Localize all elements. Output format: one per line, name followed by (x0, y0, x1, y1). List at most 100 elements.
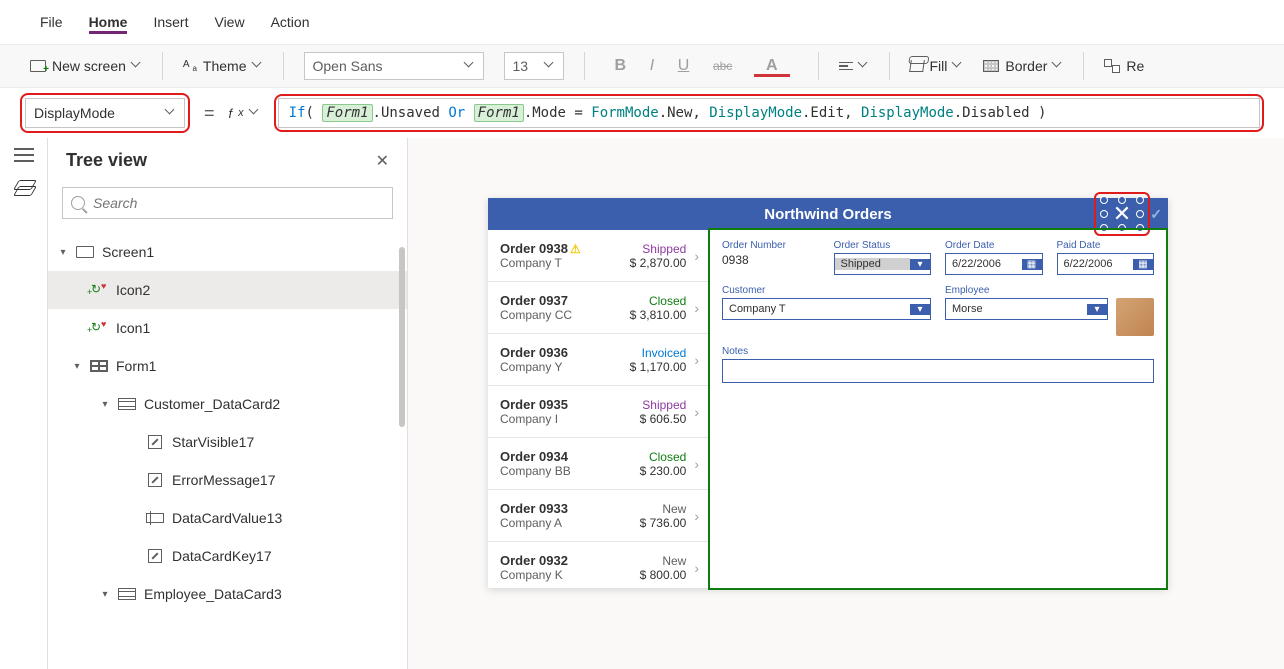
tree-item[interactable]: ▾Screen1 (48, 233, 407, 271)
tree-item[interactable]: ▾ Form1 (48, 347, 407, 385)
order-amount: $ 2,870.00 (630, 256, 687, 270)
tree-item[interactable]: +♥Icon1 (48, 309, 407, 347)
hamburger-button[interactable] (14, 148, 34, 162)
menu-home[interactable]: Home (89, 10, 128, 34)
property-name: DisplayMode (34, 105, 115, 121)
canvas[interactable]: Northwind Orders ✓ ✕ Order 0938⚠Company … (408, 138, 1284, 669)
order-info: Order 0935Company I (500, 397, 640, 426)
tree-item[interactable]: DataCardKey17 (48, 537, 407, 575)
tree-item-label: DataCardKey17 (172, 548, 272, 564)
order-number: Order 0935 (500, 397, 640, 412)
value-order-number: 0938 (722, 253, 820, 267)
order-amount: $ 606.50 (640, 412, 687, 426)
recycle-icon: +♥ (90, 283, 108, 297)
edit-icon (146, 549, 164, 563)
order-list[interactable]: Order 0938⚠Company TShipped$ 2,870.00›Or… (488, 230, 710, 588)
input-notes[interactable] (722, 359, 1154, 383)
reorder-button[interactable]: Re (1104, 58, 1144, 74)
italic-button[interactable]: I (640, 57, 664, 74)
font-color-button[interactable]: A (746, 57, 798, 74)
label-notes: Notes (722, 346, 1154, 357)
search-icon (71, 196, 85, 210)
recycle-icon: +♥ (90, 321, 108, 335)
chevron-right-icon: › (694, 456, 699, 472)
separator (818, 52, 819, 80)
edit-icon (146, 473, 164, 487)
formula-token (465, 105, 473, 121)
chevron-right-icon: › (694, 300, 699, 316)
tree-view-panel: Tree view ✕ ▾Screen1+♥Icon2+♥Icon1 ▾ Form1… (48, 138, 408, 669)
order-row[interactable]: Order 0934Company BBClosed$ 230.00› (488, 438, 709, 490)
menu-file[interactable]: File (40, 10, 63, 34)
menu-view[interactable]: View (214, 10, 244, 34)
datepicker-paid-date[interactable]: 6/22/2006 ▦ (1057, 253, 1155, 275)
close-icon[interactable]: ✕ (376, 151, 389, 171)
tree-item[interactable]: DataCardValue13 (48, 499, 407, 537)
order-row[interactable]: Order 0933Company ANew$ 736.00› (488, 490, 709, 542)
chevron-down-icon (132, 61, 142, 71)
tree-item-label: Form1 (116, 358, 156, 374)
label-customer: Customer (722, 285, 931, 296)
tree-view-icon[interactable] (14, 180, 34, 196)
order-company: Company T (500, 256, 630, 270)
expand-toggle[interactable]: ▾ (58, 247, 68, 258)
tree-title: Tree view (66, 150, 147, 171)
order-row[interactable]: Order 0936Company YInvoiced$ 1,170.00› (488, 334, 709, 386)
tree-list[interactable]: ▾Screen1+♥Icon2+♥Icon1 ▾ Form1 ▾Customer_Da… (48, 227, 407, 669)
border-button[interactable]: Border (983, 58, 1063, 74)
select-customer[interactable]: Company T ▾ (722, 298, 931, 320)
expand-toggle[interactable]: ▾ (72, 361, 82, 372)
chevron-right-icon: › (694, 248, 699, 264)
property-select[interactable]: DisplayMode (25, 98, 185, 128)
datepicker-order-date[interactable]: 6/22/2006 ▦ (945, 253, 1043, 275)
calendar-icon: ▦ (1133, 259, 1153, 270)
order-right: Closed$ 230.00 (640, 450, 687, 478)
theme-button[interactable]: Theme (183, 58, 263, 74)
scrollbar[interactable] (399, 247, 405, 427)
tree-item[interactable]: ▾ Employee_DataCard3 (48, 575, 407, 613)
order-row[interactable]: Order 0935Company IShipped$ 606.50› (488, 386, 709, 438)
app-titlebar: Northwind Orders ✓ ✕ (488, 198, 1168, 230)
label-paid-date: Paid Date (1057, 240, 1155, 251)
order-row[interactable]: Order 0937Company CCClosed$ 3,810.00› (488, 282, 709, 334)
menu-insert[interactable]: Insert (153, 10, 188, 34)
tree-item-label: Employee_DataCard3 (144, 586, 282, 602)
font-family-select[interactable]: Open Sans (304, 52, 484, 80)
main-area: Tree view ✕ ▾Screen1+♥Icon2+♥Icon1 ▾ Form1… (0, 138, 1284, 669)
order-row[interactable]: Order 0932Company KNew$ 800.00› (488, 542, 709, 588)
tree-item[interactable]: ▾Customer_DataCard2 (48, 385, 407, 423)
strikethrough-button[interactable]: abc (703, 59, 742, 73)
order-amount: $ 3,810.00 (630, 308, 687, 322)
expand-toggle[interactable]: ▾ (100, 589, 110, 600)
select-order-status[interactable]: Shipped ▾ (834, 253, 932, 275)
font-size-select[interactable]: 13 (504, 52, 564, 80)
tree-item[interactable]: StarVisible17 (48, 423, 407, 461)
chevron-down-icon (1053, 61, 1063, 71)
order-number: Order 0934 (500, 449, 640, 464)
select-employee[interactable]: Morse ▾ (945, 298, 1108, 320)
search-input[interactable] (93, 195, 384, 211)
app-body: Order 0938⚠Company TShipped$ 2,870.00›Or… (488, 230, 1168, 588)
order-status: Shipped (630, 242, 687, 256)
new-screen-button[interactable]: New screen (30, 58, 142, 74)
tree-item[interactable]: +♥Icon2 (48, 271, 407, 309)
expand-toggle[interactable]: ▾ (100, 399, 110, 410)
search-box[interactable] (62, 187, 393, 219)
align-button[interactable] (839, 61, 869, 71)
field-notes: Notes (722, 346, 1154, 383)
menu-action[interactable]: Action (271, 10, 310, 34)
fx-button[interactable]: fx (229, 106, 260, 121)
check-icon[interactable]: ✓ (1150, 206, 1162, 223)
selection-handles[interactable] (1100, 196, 1144, 232)
theme-icon (183, 59, 197, 73)
fill-label: Fill (930, 58, 948, 74)
formula-token: Form1 (322, 104, 372, 122)
tree-item[interactable]: ErrorMessage17 (48, 461, 407, 499)
underline-button[interactable]: U (668, 57, 700, 74)
formula-input[interactable]: If( Form1.Unsaved Or Form1.Mode = FormMo… (278, 98, 1260, 128)
tree-item-label: StarVisible17 (172, 434, 254, 450)
bold-button[interactable]: B (605, 57, 637, 74)
formula-token: .Disabled ) (954, 105, 1047, 121)
order-row[interactable]: Order 0938⚠Company TShipped$ 2,870.00› (488, 230, 709, 282)
fill-button[interactable]: Fill (910, 58, 964, 74)
